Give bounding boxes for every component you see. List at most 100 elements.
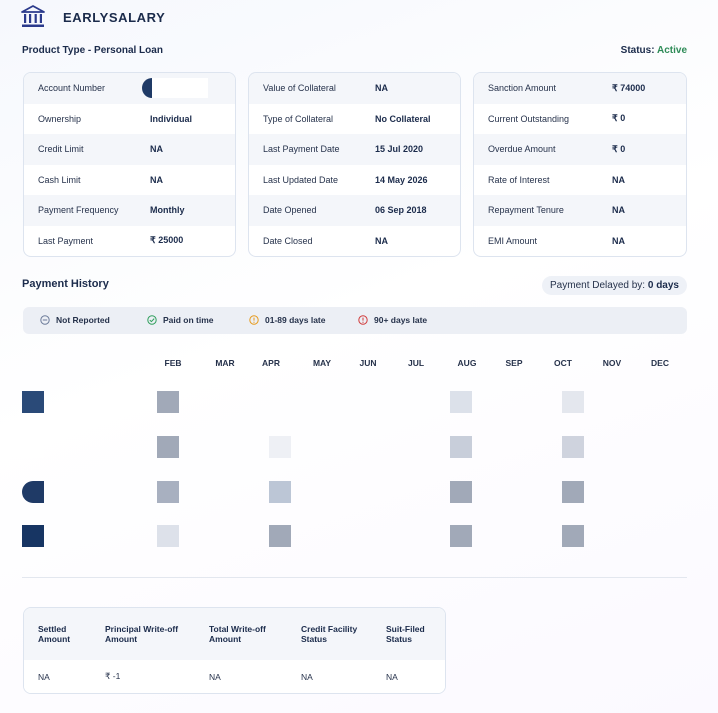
detail-row-cash-limit: Cash Limit NA [24,165,235,196]
legend-late-90-plus: 90+ days late [358,315,427,325]
minus-circle-icon [40,315,50,325]
account-status: Status: Active [621,45,687,56]
payment-history-title: Payment History [22,278,109,290]
legend-not-reported: Not Reported [40,315,110,325]
detail-value: 15 Jul 2020 [375,144,424,155]
column-header-credit-facility-status: Credit Facility Status [301,624,358,644]
payment-status-cell [562,525,584,547]
detail-row-payment-frequency: Payment Frequency Monthly [24,195,235,226]
status-value: Active [656,45,687,56]
lender-name: EARLYSALARY [63,10,166,25]
detail-value: Individual [150,113,193,124]
detail-row-collateral-type: Type of Collateral No Collateral [249,104,460,135]
detail-value: NA [150,174,163,185]
column-header-suit-filed-status: Suit-Filed Status [386,624,425,644]
legend-label: 90+ days late [374,315,428,325]
month-header: DEC [651,358,669,368]
detail-label: Payment Frequency [38,205,119,216]
detail-value: 14 May 2026 [375,174,428,185]
month-header: FEB [164,358,182,368]
column-header-settled-amount: Settled Amount [38,624,71,644]
write-off-status-table: Settled Amount Principal Write-off Amoun… [23,607,446,694]
detail-row-collateral-value: Value of Collateral NA [249,73,460,104]
detail-label: Date Opened [263,205,317,216]
month-header: JUN [359,358,377,368]
table-cell: NA [386,671,398,682]
column-header-total-writeoff: Total Write-off Amount [209,624,266,644]
legend-label: Not Reported [56,315,110,325]
legend-label: 01-89 days late [265,315,326,325]
detail-row-date-opened: Date Opened 06 Sep 2018 [249,195,460,226]
detail-value: ₹ 0 [612,113,626,124]
detail-row-date-closed: Date Closed NA [249,226,460,257]
detail-label: Sanction Amount [488,83,557,94]
detail-row-last-payment-date: Last Payment Date 15 Jul 2020 [249,134,460,165]
detail-label: Account Number [38,83,106,94]
detail-label: Current Outstanding [488,113,570,124]
payment-status-cell [157,525,179,547]
detail-row-repayment-tenure: Repayment Tenure NA [474,195,686,226]
detail-value: 06 Sep 2018 [375,205,427,216]
payment-status-cell [562,481,584,503]
payment-status-cell [450,525,472,547]
detail-value: NA [612,174,625,185]
delay-label: Payment Delayed by: [550,280,646,291]
detail-label: Cash Limit [38,174,81,185]
detail-row-ownership: Ownership Individual [24,104,235,135]
payment-status-cell [562,436,584,458]
detail-value: ₹ 0 [612,143,626,154]
table-cell: NA [209,671,221,682]
year-label-redacted [22,525,44,547]
payment-history-legend: Not Reported Paid on time 01-89 days lat… [23,307,687,334]
table-cell: NA [301,671,313,682]
detail-label: Credit Limit [38,144,84,155]
month-header: NOV [602,358,622,368]
collateral-details-card: Value of Collateral NA Type of Collatera… [248,72,461,257]
month-header: SEP [505,358,523,368]
payment-status-cell [562,391,584,413]
account-number-masked [142,78,208,99]
account-details-card: Account Number Ownership Individual Cred… [23,72,236,257]
year-label-redacted [22,391,44,413]
check-circle-icon [147,315,157,325]
product-type: Product Type - Personal Loan [22,45,163,56]
month-header: OCT [554,358,572,368]
month-header: MAY [312,358,332,368]
payment-status-cell [450,481,472,503]
detail-value: NA [612,205,625,216]
detail-label: Value of Collateral [263,83,336,94]
detail-value: Monthly [150,205,185,216]
detail-row-last-payment: Last Payment ₹ 25000 [24,226,235,257]
amount-details-card: Sanction Amount ₹ 74000 Current Outstand… [473,72,687,257]
detail-label: Last Updated Date [263,174,339,185]
detail-row-sanction-amount: Sanction Amount ₹ 74000 [474,73,686,104]
detail-value: ₹ 74000 [612,82,646,93]
detail-value: No Collateral [375,113,431,124]
payment-status-cell [269,525,291,547]
payment-delay-badge: Payment Delayed by: 0 days [542,276,687,295]
detail-label: Overdue Amount [488,144,556,155]
legend-label: Paid on time [163,315,214,325]
detail-value: ₹ 25000 [150,235,184,246]
exclamation-circle-icon [249,315,259,325]
payment-status-cell [157,391,179,413]
detail-label: Rate of Interest [488,174,550,185]
column-header-principal-writeoff: Principal Write-off Amount [105,624,179,644]
bank-icon [20,4,46,30]
year-label-redacted [22,481,44,503]
detail-label: Last Payment [38,235,94,246]
detail-value: NA [150,144,163,155]
payment-status-cell [450,391,472,413]
detail-label: Type of Collateral [263,113,334,124]
status-label: Status: [620,45,655,56]
table-header-row: Settled Amount Principal Write-off Amoun… [24,608,445,660]
year-label-redacted [22,436,44,458]
detail-row-rate-of-interest: Rate of Interest NA [474,165,686,196]
payment-status-cell [450,436,472,458]
legend-paid-on-time: Paid on time [147,315,214,325]
table-row: NA ₹ -1 NA NA NA [24,660,445,693]
payment-status-cell [269,481,291,503]
legend-late-1-89: 01-89 days late [249,315,325,325]
detail-row-credit-limit: Credit Limit NA [24,134,235,165]
detail-label: Date Closed [263,235,313,246]
